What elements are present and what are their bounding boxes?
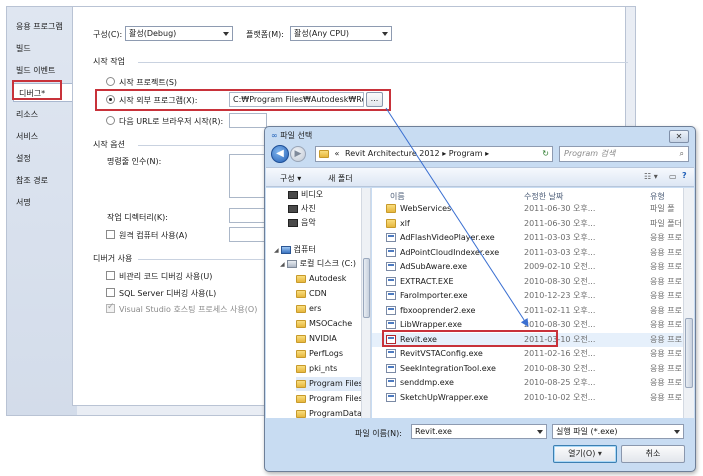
- arrow-line: [385, 107, 529, 327]
- annotation-arrow: [385, 107, 529, 327]
